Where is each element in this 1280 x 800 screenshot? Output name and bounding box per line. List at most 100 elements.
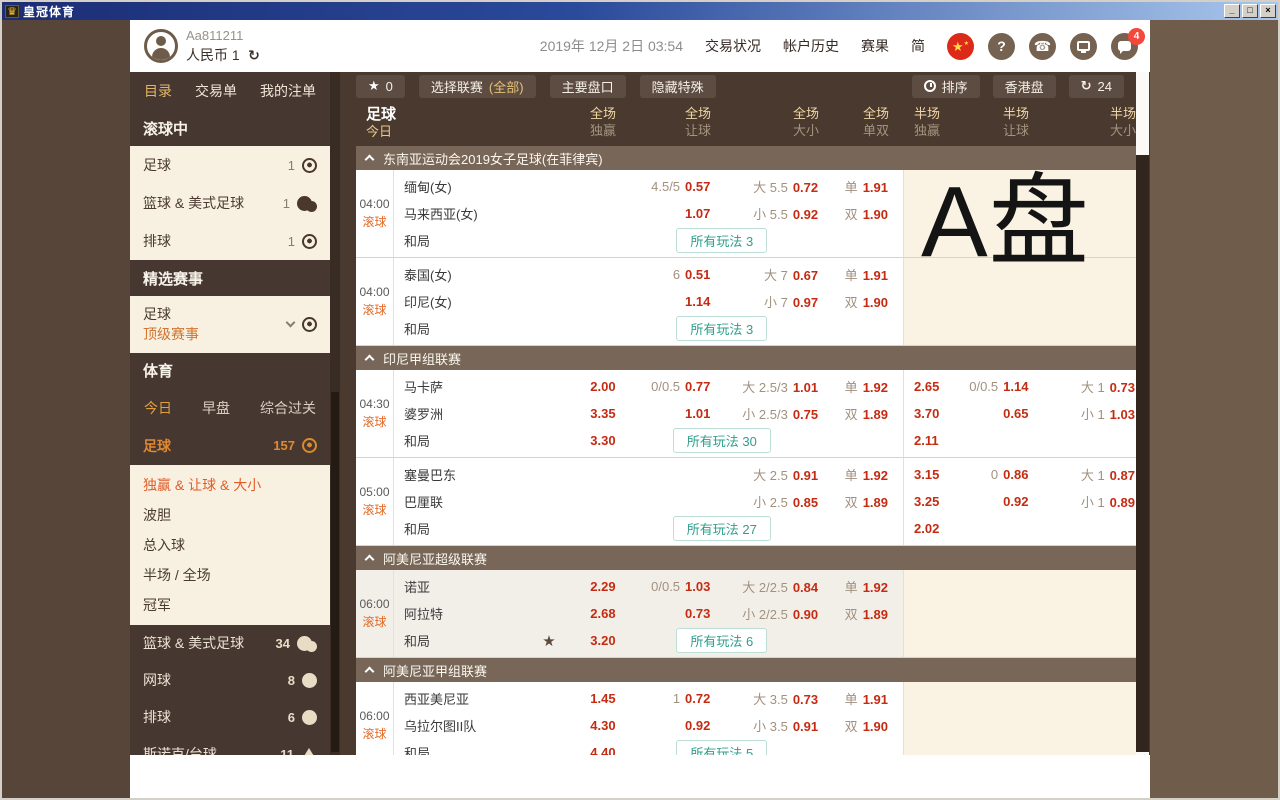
favorites-button[interactable]: ★0 bbox=[356, 75, 405, 98]
odds-handicap[interactable]: 1.07 bbox=[616, 206, 711, 221]
odds-oddeven[interactable]: 双1.89 bbox=[828, 492, 903, 511]
all-plays-button[interactable]: 所有玩法 3 bbox=[676, 316, 767, 341]
odds-handicap[interactable]: 10.72 bbox=[616, 691, 711, 706]
menu-account-history[interactable]: 帐户历史 bbox=[783, 36, 839, 56]
market-item-half-full[interactable]: 半场 / 全场 bbox=[130, 560, 330, 590]
main-market-button[interactable]: 主要盘口 bbox=[550, 75, 626, 98]
odds-handicap[interactable]: 1.14 bbox=[616, 294, 711, 309]
odds-win[interactable]: 2.68 bbox=[556, 606, 616, 621]
sports-tab-today[interactable]: 今日 bbox=[144, 398, 172, 418]
odds-overunder[interactable]: 小 2.50.85 bbox=[710, 492, 828, 511]
odds-handicap[interactable]: 1.01 bbox=[616, 406, 711, 421]
sidebar-item-featured-soccer[interactable]: 足球 顶级赛事 bbox=[130, 296, 330, 353]
half-odds-win[interactable]: 2.65 bbox=[904, 379, 954, 394]
half-odds-handicap[interactable]: 0.92 bbox=[954, 494, 1029, 509]
menu-trade-status[interactable]: 交易状况 bbox=[705, 36, 761, 56]
sidebar-tab-trade-slip[interactable]: 交易单 bbox=[195, 81, 237, 101]
sports-tab-early[interactable]: 早盘 bbox=[202, 398, 230, 418]
sidebar-tab-catalog[interactable]: 目录 bbox=[144, 81, 172, 101]
half-odds-draw[interactable]: 2.02 bbox=[904, 521, 954, 536]
odds-oddeven[interactable]: 双1.90 bbox=[828, 716, 903, 735]
odds-handicap[interactable]: 0/0.51.03 bbox=[616, 579, 711, 594]
maximize-button[interactable]: □ bbox=[1242, 4, 1258, 18]
sidebar-item-snooker[interactable]: 斯诺克/台球 11 bbox=[130, 736, 330, 755]
sports-tab-parlay[interactable]: 综合过关 bbox=[260, 398, 316, 418]
odds-draw[interactable]: 3.20 bbox=[556, 633, 616, 648]
half-odds-win[interactable]: 3.70 bbox=[904, 406, 954, 421]
odds-oddeven[interactable]: 单1.92 bbox=[828, 577, 903, 596]
odds-handicap[interactable] bbox=[616, 494, 711, 509]
half-odds-handicap[interactable]: 0/0.51.14 bbox=[954, 379, 1029, 394]
scrollbar-thumb[interactable] bbox=[1136, 155, 1149, 752]
odds-handicap[interactable]: 0.73 bbox=[616, 606, 711, 621]
all-plays-button[interactable]: 所有玩法 30 bbox=[673, 428, 771, 453]
odds-oddeven[interactable]: 单1.91 bbox=[828, 689, 903, 708]
odds-win[interactable]: 2.29 bbox=[556, 579, 616, 594]
odds-win[interactable]: 3.35 bbox=[556, 406, 616, 421]
market-item-win-handicap-ou[interactable]: 独赢 & 让球 & 大小 bbox=[130, 470, 330, 500]
sidebar-item-tennis[interactable]: 网球 8 bbox=[130, 662, 330, 699]
user-avatar[interactable] bbox=[144, 29, 178, 63]
all-plays-button[interactable]: 所有玩法 6 bbox=[676, 628, 767, 653]
market-item-correct-score[interactable]: 波胆 bbox=[130, 500, 330, 530]
odds-oddeven[interactable]: 双1.89 bbox=[828, 604, 903, 623]
odds-overunder[interactable]: 大 70.67 bbox=[710, 265, 828, 284]
chat-icon[interactable]: 4 bbox=[1111, 33, 1138, 60]
odds-handicap[interactable]: 0/0.50.77 bbox=[616, 379, 711, 394]
china-flag-icon[interactable]: ★ bbox=[947, 33, 974, 60]
sidebar-tab-my-bets[interactable]: 我的注单 bbox=[260, 81, 316, 101]
league-header[interactable]: 印尼甲组联赛 bbox=[356, 346, 1144, 370]
favorite-star-icon[interactable]: ★ bbox=[542, 632, 555, 650]
odds-win[interactable]: 4.30 bbox=[556, 718, 616, 733]
half-odds-overunder[interactable]: 小 11.03 bbox=[1028, 404, 1143, 423]
all-plays-button[interactable]: 所有玩法 3 bbox=[676, 228, 767, 253]
odds-overunder[interactable]: 小 2.5/30.75 bbox=[710, 404, 828, 423]
odds-type-button[interactable]: 香港盘 bbox=[993, 75, 1056, 98]
odds-win[interactable]: 1.45 bbox=[556, 691, 616, 706]
odds-win[interactable]: 2.00 bbox=[556, 379, 616, 394]
half-odds-win[interactable]: 3.25 bbox=[904, 494, 954, 509]
sidebar-item-basketball[interactable]: 篮球 & 美式足球 34 bbox=[130, 625, 330, 662]
hide-special-button[interactable]: 隐藏特殊 bbox=[640, 75, 716, 98]
minimize-button[interactable]: _ bbox=[1224, 4, 1240, 18]
odds-overunder[interactable]: 大 3.50.73 bbox=[710, 689, 828, 708]
all-plays-button[interactable]: 所有玩法 27 bbox=[673, 516, 771, 541]
select-league-button[interactable]: 选择联赛(全部) bbox=[419, 75, 536, 98]
menu-simplified-chinese[interactable]: 简 bbox=[911, 36, 925, 56]
odds-overunder[interactable]: 大 2.5/31.01 bbox=[710, 377, 828, 396]
odds-handicap[interactable]: 4.5/50.57 bbox=[616, 179, 711, 194]
menu-results[interactable]: 赛果 bbox=[861, 36, 889, 56]
odds-oddeven[interactable]: 双1.90 bbox=[828, 292, 903, 311]
odds-oddeven[interactable]: 单1.91 bbox=[828, 177, 903, 196]
half-odds-overunder[interactable]: 大 10.73 bbox=[1028, 377, 1143, 396]
sidebar-item-live-basketball[interactable]: 篮球 & 美式足球 1 bbox=[130, 184, 330, 222]
monitor-icon[interactable] bbox=[1070, 33, 1097, 60]
main-scrollbar[interactable] bbox=[1136, 72, 1149, 755]
odds-handicap[interactable]: 0.92 bbox=[616, 718, 711, 733]
odds-overunder[interactable]: 小 2/2.50.90 bbox=[710, 604, 828, 623]
league-header[interactable]: 阿美尼亚甲组联赛 bbox=[356, 658, 1144, 682]
sidebar-item-live-soccer[interactable]: 足球 1 bbox=[130, 146, 330, 184]
odds-overunder[interactable]: 小 70.97 bbox=[710, 292, 828, 311]
odds-overunder[interactable]: 大 2/2.50.84 bbox=[710, 577, 828, 596]
sort-button[interactable]: 排序 bbox=[912, 75, 980, 98]
sidebar-item-live-volleyball[interactable]: 排球 1 bbox=[130, 222, 330, 260]
half-odds-overunder[interactable]: 大 10.87 bbox=[1028, 465, 1143, 484]
sidebar-item-volleyball[interactable]: 排球 6 bbox=[130, 699, 330, 736]
sidebar-scrollbar[interactable] bbox=[330, 72, 340, 755]
odds-handicap[interactable]: 60.51 bbox=[616, 267, 711, 282]
half-odds-overunder[interactable]: 小 10.89 bbox=[1028, 492, 1143, 511]
odds-oddeven[interactable]: 单1.92 bbox=[828, 465, 903, 484]
odds-draw[interactable]: 3.30 bbox=[556, 433, 616, 448]
half-odds-draw[interactable]: 2.11 bbox=[904, 433, 954, 448]
odds-oddeven[interactable]: 单1.91 bbox=[828, 265, 903, 284]
sidebar-item-soccer[interactable]: 足球 157 bbox=[130, 427, 330, 465]
league-header[interactable]: 阿美尼亚超级联赛 bbox=[356, 546, 1144, 570]
phone-icon[interactable]: ☎ bbox=[1029, 33, 1056, 60]
odds-overunder[interactable]: 大 2.50.91 bbox=[710, 465, 828, 484]
odds-oddeven[interactable]: 单1.92 bbox=[828, 377, 903, 396]
odds-oddeven[interactable]: 双1.90 bbox=[828, 204, 903, 223]
half-odds-handicap[interactable]: 0.65 bbox=[954, 406, 1029, 421]
help-icon[interactable]: ? bbox=[988, 33, 1015, 60]
odds-overunder[interactable]: 小 5.50.92 bbox=[710, 204, 828, 223]
